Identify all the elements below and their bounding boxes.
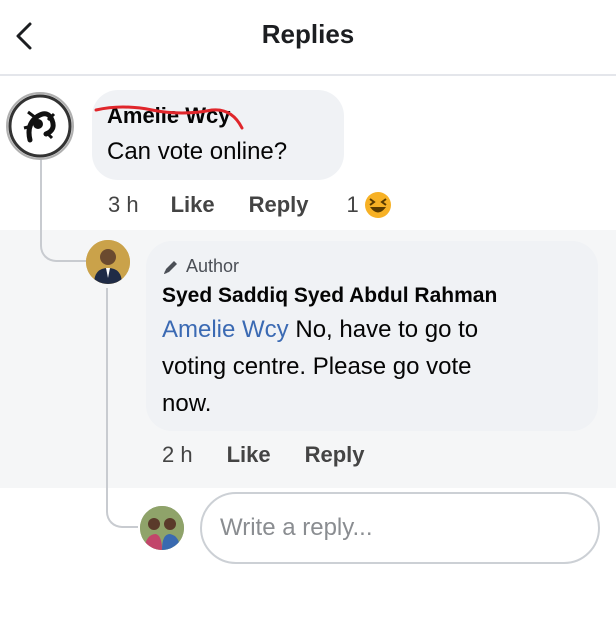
reply-text: Amelie Wcy No, have to go to voting cent… [162, 316, 479, 417]
reply-reply-button[interactable]: Reply [305, 442, 365, 468]
reply-like-button[interactable]: Like [227, 442, 271, 468]
commenter-avatar[interactable] [6, 92, 74, 160]
person-photo-avatar [86, 240, 130, 284]
scorpion-avatar-image [8, 94, 72, 158]
reply-input[interactable]: Write a reply... [200, 492, 600, 564]
current-user-avatar[interactable] [140, 506, 184, 550]
red-strikethrough-scribble [94, 105, 244, 130]
group-photo-avatar [140, 506, 184, 550]
comment-meta-row: 3 h Like Reply 1 [108, 190, 393, 220]
comment-text: Can vote online? [107, 138, 288, 165]
thread-connector-reply [106, 288, 138, 528]
page-title: Replies [261, 19, 355, 49]
comment-timestamp: 3 h [108, 192, 139, 217]
mention-link[interactable]: Amelie Wcy [162, 316, 289, 343]
reply-meta-row: 2 h Like Reply [162, 442, 365, 468]
comment-like-button[interactable]: Like [171, 192, 215, 218]
thread-connector [40, 156, 88, 262]
reply-author-name[interactable]: Syed Saddiq Syed Abdul Rahman [162, 284, 497, 308]
reply-timestamp: 2 h [162, 442, 193, 467]
top-bar: Replies [0, 0, 616, 76]
author-badge: Author [162, 256, 239, 277]
laughing-emoji-icon[interactable] [363, 190, 393, 220]
comment-reply-button[interactable]: Reply [249, 192, 309, 218]
reply-author-avatar[interactable] [86, 240, 130, 284]
reaction-count[interactable]: 1 [347, 192, 359, 218]
pencil-icon [164, 260, 177, 274]
